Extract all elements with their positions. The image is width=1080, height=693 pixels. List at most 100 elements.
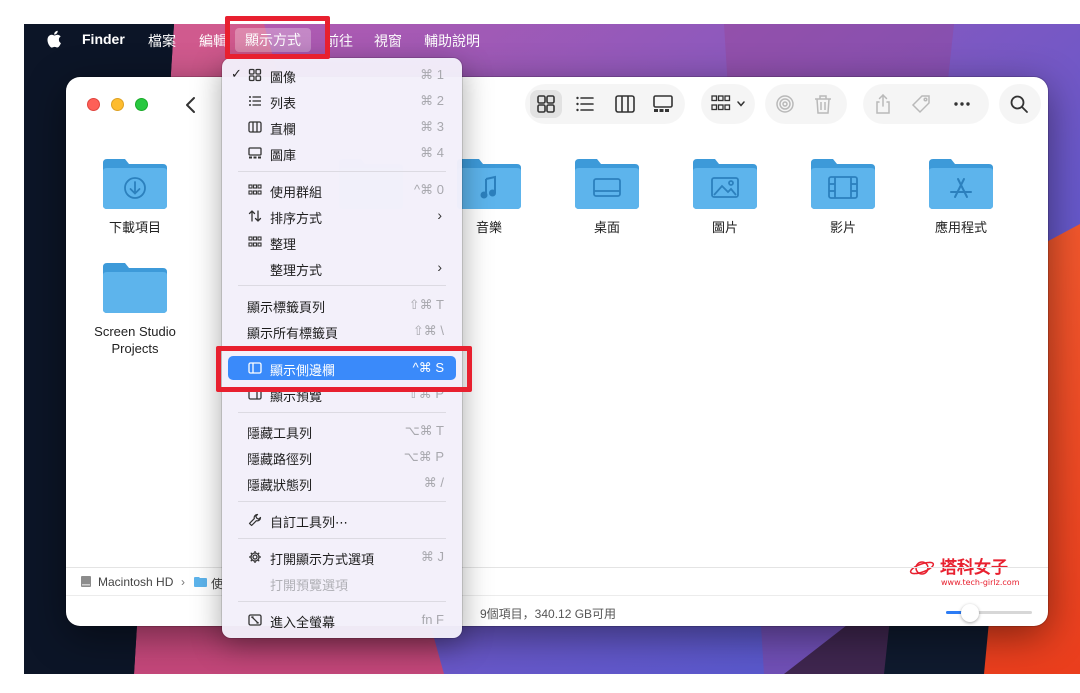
finder-window: 下載項目 音樂 桌面 圖片 影片 應用程式 Screen Studio Proj…: [66, 77, 1048, 626]
share-icon[interactable]: [870, 91, 896, 117]
menu-item-label: 整理: [270, 237, 297, 252]
gear-icon: [248, 550, 262, 564]
folder-applications[interactable]: 應用程式: [906, 155, 1016, 236]
group-by-icon[interactable]: [708, 91, 734, 117]
menu-item-label: 顯示所有標籤頁: [247, 326, 339, 341]
menu-separator: [238, 412, 446, 413]
folder-downloads[interactable]: 下載項目: [80, 155, 190, 236]
annotation-box-show-sidebar: [216, 346, 472, 392]
menu-item-shortcut: ⌘ /: [423, 475, 444, 490]
folder-icon: [103, 159, 167, 209]
menu-edit[interactable]: 編輯: [199, 31, 225, 51]
checkmark-icon: ✓: [231, 66, 242, 81]
menu-item-shortcut: ⌘ 3: [420, 119, 444, 134]
menu-item-label: 進入全螢幕: [270, 615, 336, 630]
menu-file[interactable]: 檔案: [148, 31, 176, 51]
list-view-icon: [248, 94, 262, 108]
wrench-icon: [248, 513, 262, 527]
zoom-button[interactable]: [135, 98, 148, 111]
folder-small-icon: [194, 577, 207, 587]
menu-item-hide-path-bar[interactable]: 隱藏路徑列 ⌥⌘ P: [228, 445, 456, 469]
folder-desktop[interactable]: 桌面: [552, 155, 662, 236]
menu-item-shortcut: ⌥⌘ P: [403, 449, 444, 464]
menu-item-use-groups[interactable]: 使用群組 ^⌘ 0: [228, 178, 456, 202]
menu-item-label: 自訂工具列⋯: [270, 515, 349, 530]
folder-icon: [103, 263, 167, 313]
minimize-button[interactable]: [111, 98, 124, 111]
menu-item-shortcut: ⇧⌘ \: [412, 323, 444, 338]
annotation-box-view-menu: [225, 16, 330, 59]
trash-icon[interactable]: [810, 91, 836, 117]
menu-item-shortcut: ⌘ J: [420, 549, 444, 564]
more-icon[interactable]: [949, 91, 975, 117]
folder-label: 桌面: [593, 220, 620, 235]
column-view-icon[interactable]: [612, 91, 638, 117]
gallery-view-icon[interactable]: [650, 91, 676, 117]
submenu-arrow-icon: ›: [437, 259, 442, 275]
folder-screen-studio[interactable]: Screen Studio Projects: [80, 259, 190, 357]
fullscreen-icon: [248, 613, 262, 627]
path-bar: Macintosh HD › 使: [66, 567, 1048, 595]
menu-item-label: 隱藏路徑列: [247, 452, 313, 467]
folder-icon: [693, 159, 757, 209]
menu-item-label: 直欄: [270, 122, 297, 137]
grid-view-icon: [248, 68, 262, 82]
menu-item-gallery[interactable]: 圖庫 ⌘ 4: [228, 141, 456, 165]
chevron-down-icon[interactable]: [736, 99, 746, 109]
folder-icon: [575, 159, 639, 209]
status-text: 9個項目，340.12 GB可用: [480, 607, 617, 621]
menu-item-clean-up-by[interactable]: 整理方式 ›: [228, 256, 456, 280]
menu-item-hide-toolbar[interactable]: 隱藏工具列 ⌥⌘ T: [228, 419, 456, 443]
menu-item-clean-up[interactable]: 整理: [228, 230, 456, 254]
folder-pictures[interactable]: 圖片: [670, 155, 780, 236]
close-button[interactable]: [87, 98, 100, 111]
list-view-icon[interactable]: [572, 91, 598, 117]
menu-item-enter-full-screen[interactable]: 進入全螢幕 fn F: [228, 608, 456, 632]
apple-logo-icon[interactable]: [46, 29, 62, 49]
menu-item-customize-toolbar[interactable]: 自訂工具列⋯: [228, 508, 456, 532]
menu-item-list[interactable]: 列表 ⌘ 2: [228, 89, 456, 113]
chevron-left-icon[interactable]: [178, 93, 204, 117]
menu-item-show-all-tabs[interactable]: 顯示所有標籤頁 ⇧⌘ \: [228, 319, 456, 343]
menu-separator: [238, 285, 446, 286]
menu-item-hide-status-bar[interactable]: 隱藏狀態列 ⌘ /: [228, 471, 456, 495]
menu-item-label: 整理方式: [270, 263, 323, 278]
menu-item-label: 圖庫: [270, 148, 297, 163]
tag-icon[interactable]: [908, 91, 934, 117]
menu-item-label: 打開預覽選項: [270, 578, 349, 593]
hard-disk-icon: [81, 576, 91, 587]
menu-item-label: 圖像: [270, 70, 297, 85]
menu-item-columns[interactable]: 直欄 ⌘ 3: [228, 115, 456, 139]
menu-item-label: 列表: [270, 96, 297, 111]
menu-item-label: 顯示標籤頁列: [247, 300, 326, 315]
menu-item-shortcut: ⌘ 2: [420, 93, 444, 108]
folder-label: Screen Studio Projects: [94, 324, 176, 356]
menu-item-show-preview-options: 打開預覽選項: [228, 571, 456, 595]
search-icon[interactable]: [1006, 91, 1032, 117]
airdrop-icon[interactable]: [772, 91, 798, 117]
folder-movies[interactable]: 影片: [788, 155, 898, 236]
group-by-icon: [248, 183, 262, 197]
path-disk[interactable]: Macintosh HD: [98, 575, 173, 589]
folder-label: 下載項目: [108, 220, 161, 235]
folder-icon: [457, 159, 521, 209]
menu-bar: Finder 檔案 編輯 顯示方式 前往 視窗 輔助說明: [24, 24, 1080, 54]
menu-window[interactable]: 視窗: [374, 31, 402, 51]
menu-item-sort-by[interactable]: 排序方式 ›: [228, 204, 456, 228]
grid-view-icon[interactable]: [530, 90, 562, 118]
icon-size-slider[interactable]: [946, 611, 1032, 614]
slider-knob[interactable]: [961, 604, 980, 622]
menu-item-label: 使用群組: [270, 185, 323, 200]
folder-label: 圖片: [711, 220, 738, 235]
folder-label: 影片: [829, 220, 856, 235]
column-view-icon: [248, 120, 262, 134]
toolbar: [66, 77, 1048, 133]
menu-finder[interactable]: Finder: [82, 31, 125, 47]
menu-item-show-tab-bar[interactable]: 顯示標籤頁列 ⇧⌘ T: [228, 293, 456, 317]
menu-item-icons[interactable]: ✓ 圖像 ⌘ 1: [228, 63, 456, 87]
menu-item-label: 打開顯示方式選項: [270, 552, 375, 567]
menu-item-shortcut: ^⌘ 0: [414, 182, 444, 197]
menu-item-show-view-options[interactable]: 打開顯示方式選項 ⌘ J: [228, 545, 456, 569]
folder-icon: [811, 159, 875, 209]
menu-help[interactable]: 輔助說明: [424, 31, 480, 51]
